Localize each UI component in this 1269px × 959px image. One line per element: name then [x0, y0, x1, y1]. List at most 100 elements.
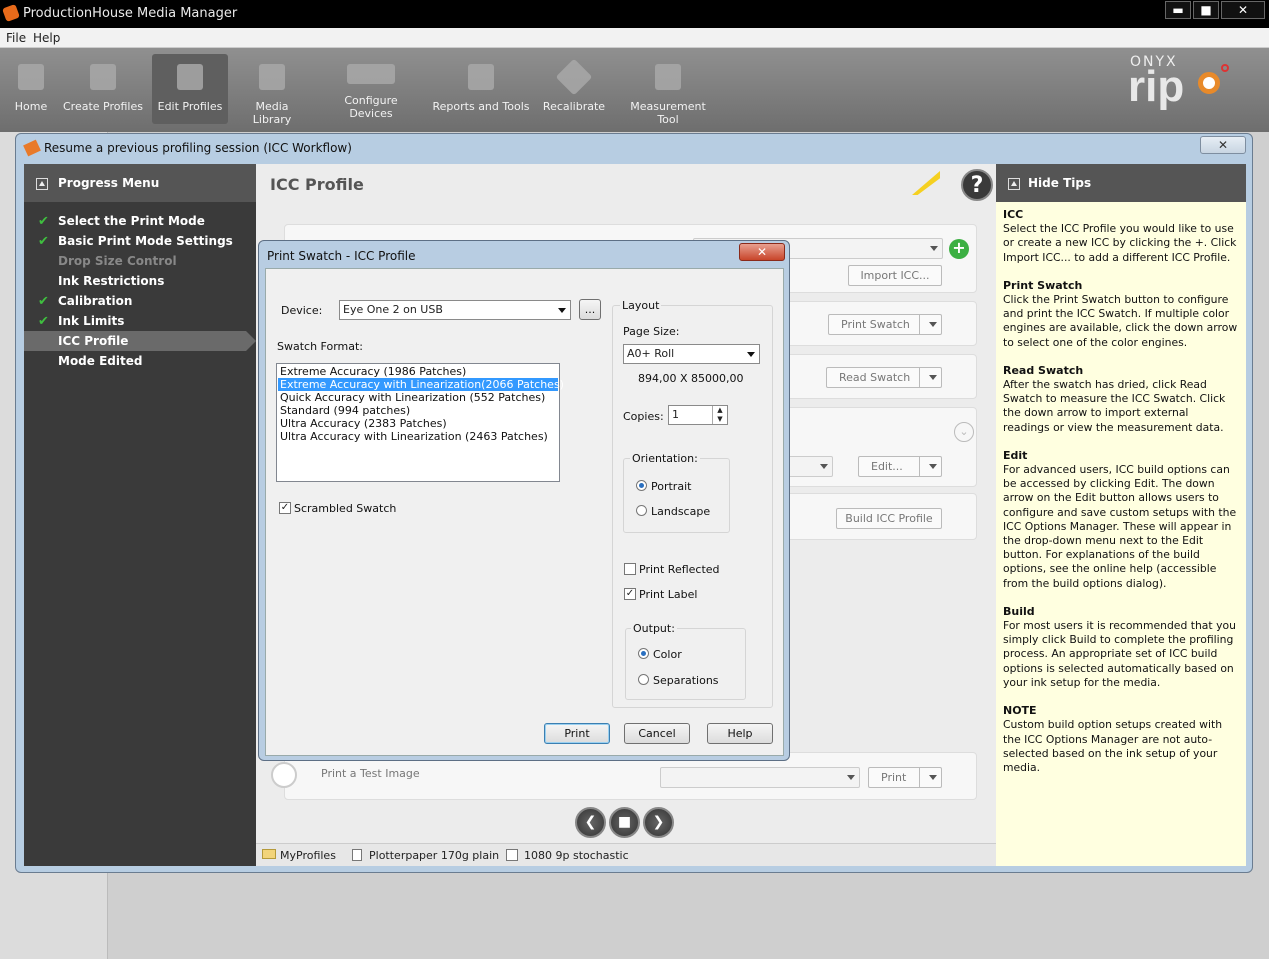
- copies-label: Copies:: [623, 410, 664, 423]
- ruler-icon[interactable]: [912, 171, 940, 195]
- toolbar-label: Recalibrate: [542, 100, 606, 113]
- tip-text: After the swatch has dried, click Read S…: [1003, 378, 1226, 434]
- copies-input[interactable]: 1 ▲ ▼: [668, 405, 728, 425]
- list-item[interactable]: Extreme Accuracy (1986 Patches): [278, 365, 558, 378]
- print-label-checkbox[interactable]: ✓: [624, 588, 636, 600]
- progress-item-calibration[interactable]: ✔ Calibration: [24, 291, 256, 311]
- toolbar-measurement-tool[interactable]: Measurement Tool: [620, 54, 716, 126]
- menu-help[interactable]: Help: [33, 31, 60, 45]
- media-library-icon: [259, 64, 285, 90]
- progress-item-icc-profile[interactable]: ICC Profile: [24, 331, 256, 351]
- print-swatch-dropdown[interactable]: [919, 315, 941, 334]
- menu-file[interactable]: File: [6, 31, 26, 45]
- edit-button[interactable]: Edit...: [858, 456, 942, 477]
- close-button[interactable]: ✕: [1221, 1, 1265, 19]
- toolbar-recalibrate[interactable]: Recalibrate: [542, 54, 606, 124]
- cancel-button[interactable]: Cancel: [624, 723, 690, 744]
- tip-text: For advanced users, ICC build options ca…: [1003, 463, 1237, 590]
- list-item[interactable]: Ultra Accuracy with Linearization (2463 …: [278, 430, 558, 443]
- separations-radio[interactable]: [638, 674, 649, 685]
- progress-heading: Progress Menu: [58, 176, 160, 190]
- check-icon: ✔: [38, 314, 49, 329]
- forward-icon[interactable]: ❯: [643, 807, 674, 838]
- window-close-button[interactable]: ✕: [1200, 136, 1246, 154]
- logo-product: rip: [1128, 62, 1185, 111]
- collapse-icon: [36, 178, 48, 190]
- device-label: Device:: [281, 304, 323, 317]
- scrambled-swatch-label: Scrambled Swatch: [294, 502, 397, 515]
- page-size-select[interactable]: A0+ Roll: [623, 344, 760, 364]
- add-icc-icon[interactable]: +: [949, 239, 969, 259]
- progress-item-select-print-mode[interactable]: ✔ Select the Print Mode: [24, 211, 256, 231]
- landscape-radio[interactable]: [636, 505, 647, 516]
- print-reflected-checkbox[interactable]: [624, 563, 636, 575]
- progress-item-label: Mode Edited: [58, 354, 143, 368]
- dialog-close-button[interactable]: ✕: [739, 243, 785, 261]
- scrambled-swatch-checkbox[interactable]: ✓: [279, 502, 291, 514]
- help-icon[interactable]: ?: [961, 169, 993, 201]
- toolbar-configure-devices[interactable]: Configure Devices: [322, 54, 420, 124]
- toolbar-edit-profiles[interactable]: Edit Profiles: [152, 54, 228, 124]
- back-icon[interactable]: ❮: [575, 807, 606, 838]
- copies-value: 1: [672, 408, 679, 421]
- progress-item-drop-size-control: Drop Size Control: [24, 251, 256, 271]
- read-swatch-dropdown[interactable]: [919, 368, 941, 387]
- status-bar: MyProfiles Plotterpaper 170g plain 1080 …: [256, 843, 996, 866]
- list-item[interactable]: Extreme Accuracy with Linearization(2066…: [278, 378, 564, 391]
- tips-header[interactable]: Hide Tips: [996, 164, 1246, 202]
- portrait-radio[interactable]: [636, 480, 647, 491]
- toolbar-label: Create Profiles: [63, 100, 143, 113]
- progress-item-mode-edited[interactable]: Mode Edited: [24, 351, 256, 371]
- progress-item-label: Basic Print Mode Settings: [58, 234, 233, 248]
- collapse-icon: [1008, 178, 1020, 190]
- edit-label: Edit...: [871, 460, 903, 473]
- folder-icon: [262, 849, 276, 859]
- swatch-format-list[interactable]: Extreme Accuracy (1986 Patches) Extreme …: [276, 363, 564, 482]
- chevron-down-icon: [820, 464, 828, 469]
- toolbar-reports-and-tools[interactable]: Reports and Tools: [432, 54, 530, 124]
- progress-item-ink-limits[interactable]: ✔ Ink Limits: [24, 311, 256, 331]
- toolbar-media-library[interactable]: Media Library: [236, 54, 308, 126]
- print-button[interactable]: Print: [544, 723, 610, 744]
- list-item[interactable]: Ultra Accuracy (2383 Patches): [278, 417, 558, 430]
- list-item[interactable]: Quick Accuracy with Linearization (552 P…: [278, 391, 558, 404]
- copies-spinner[interactable]: ▲ ▼: [712, 406, 727, 424]
- progress-menu-header[interactable]: Progress Menu: [24, 164, 256, 202]
- separations-label: Separations: [653, 674, 719, 687]
- create-profiles-icon: [90, 64, 116, 90]
- list-item[interactable]: Standard (994 patches): [278, 404, 558, 417]
- build-icc-button[interactable]: Build ICC Profile: [836, 508, 942, 529]
- tip-text: Click the Print Swatch button to configu…: [1003, 293, 1238, 349]
- edit-dropdown[interactable]: [919, 457, 941, 476]
- minimize-button[interactable]: ▬: [1165, 1, 1191, 19]
- toolbar-home[interactable]: Home: [10, 54, 52, 124]
- tip-text: For most users it is recommended that yo…: [1003, 619, 1236, 689]
- expand-icon[interactable]: ⌄: [954, 422, 974, 442]
- device-browse-button[interactable]: ...: [579, 299, 601, 320]
- tip-title: Read Swatch: [1003, 363, 1084, 377]
- print-test-button[interactable]: Print: [868, 767, 942, 788]
- maximize-button[interactable]: ■: [1193, 1, 1219, 19]
- check-icon: ✔: [38, 294, 49, 309]
- help-button[interactable]: Help: [707, 723, 773, 744]
- print-reflected-label: Print Reflected: [639, 563, 720, 576]
- output-group: [625, 628, 746, 700]
- print-test-dropdown[interactable]: [919, 768, 941, 787]
- test-image-dropdown[interactable]: [660, 767, 860, 788]
- toolbar-create-profiles[interactable]: Create Profiles: [62, 54, 144, 124]
- print-swatch-button[interactable]: Print Swatch: [828, 314, 942, 335]
- logo-dot: [1221, 64, 1229, 72]
- import-icc-button[interactable]: Import ICC...: [848, 265, 942, 286]
- print-swatch-dialog: Print Swatch - ICC Profile ✕ Device: Eye…: [258, 240, 790, 761]
- printmode-icon: [506, 849, 518, 861]
- output-label: Output:: [631, 622, 677, 635]
- page-title: ICC Profile: [270, 175, 364, 194]
- page-dimensions: 894,00 X 85000,00: [638, 372, 744, 385]
- read-swatch-button[interactable]: Read Swatch: [826, 367, 942, 388]
- color-radio[interactable]: [638, 648, 649, 659]
- progress-item-basic-print-mode-settings[interactable]: ✔ Basic Print Mode Settings: [24, 231, 256, 251]
- portrait-label: Portrait: [651, 480, 692, 493]
- stop-icon[interactable]: ■: [609, 807, 640, 838]
- device-select[interactable]: Eye One 2 on USB: [339, 300, 571, 320]
- progress-item-ink-restrictions[interactable]: Ink Restrictions: [24, 271, 256, 291]
